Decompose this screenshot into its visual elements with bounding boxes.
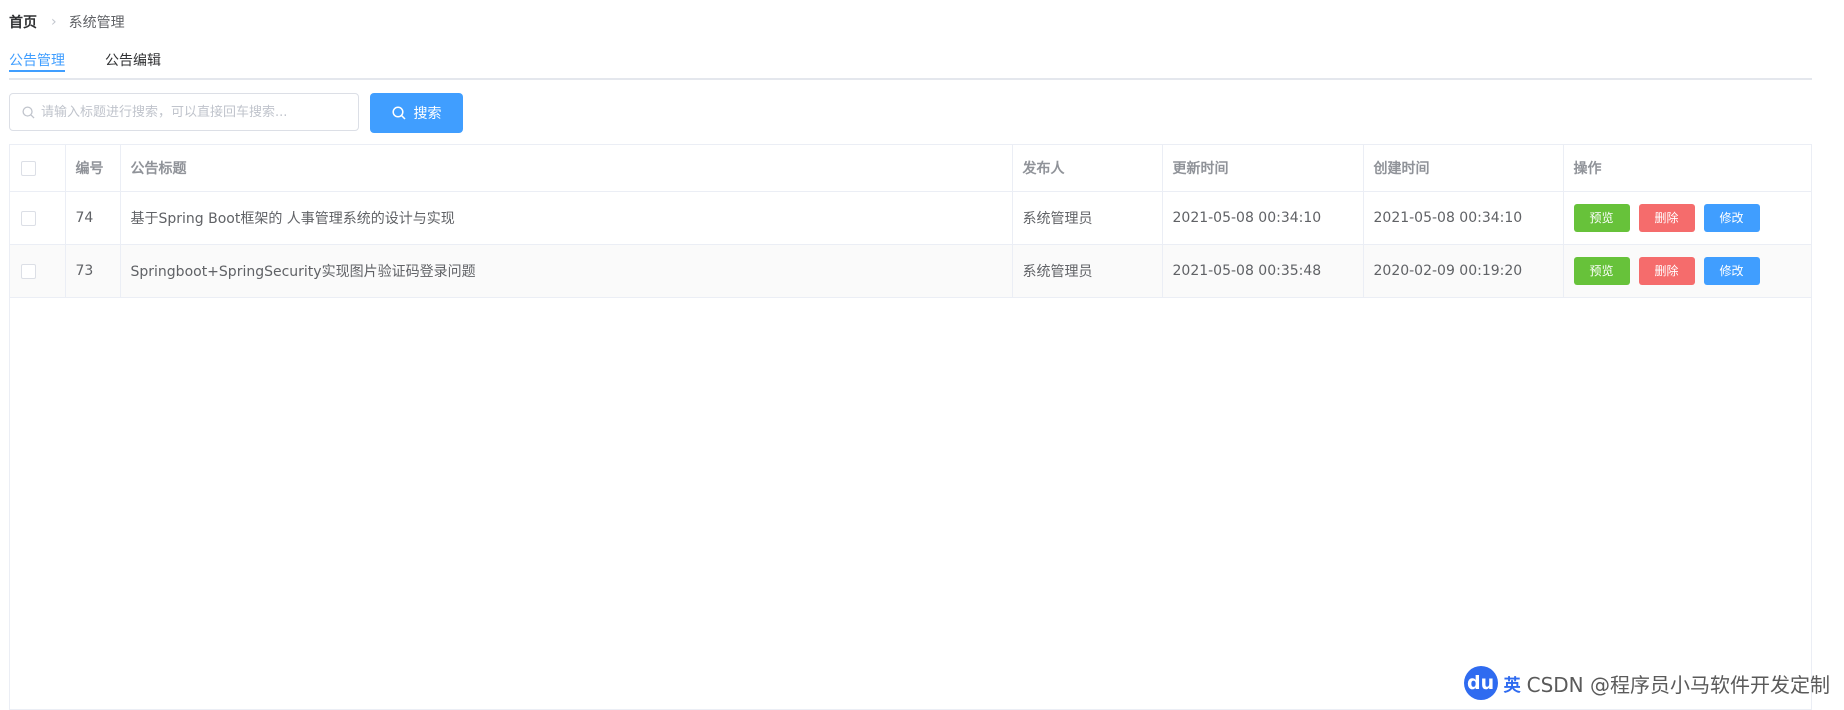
table-row: 74 基于Spring Boot框架的 人事管理系统的设计与实现 系统管理员 2… bbox=[10, 191, 1811, 245]
cell-title: 基于Spring Boot框架的 人事管理系统的设计与实现 bbox=[120, 191, 1013, 245]
delete-button[interactable]: 删除 bbox=[1638, 257, 1695, 285]
breadcrumb-current: 系统管理 bbox=[68, 15, 125, 31]
watermark-text: CSDN @程序员小马软件开发定制 bbox=[1526, 672, 1830, 697]
column-header-publisher: 发布人 bbox=[1012, 145, 1163, 192]
select-all-checkbox[interactable] bbox=[21, 160, 36, 176]
cell-created: 2020-02-09 00:19:20 bbox=[1363, 244, 1564, 298]
cell-publisher: 系统管理员 bbox=[1012, 244, 1163, 298]
ime-indicator: 英 bbox=[1503, 675, 1521, 696]
watermark: du 英 CSDN @程序员小马软件开发定制 bbox=[1463, 666, 1830, 700]
cell-id: 74 bbox=[65, 191, 121, 245]
search-icon bbox=[391, 106, 406, 120]
cell-actions: 预览 删除 修改 bbox=[1563, 244, 1811, 298]
edit-button[interactable]: 修改 bbox=[1703, 257, 1760, 285]
tab-notice-manage[interactable]: 公告管理 bbox=[9, 50, 65, 72]
row-select-cell bbox=[10, 244, 66, 298]
cell-updated: 2021-05-08 00:34:10 bbox=[1162, 191, 1364, 245]
search-box bbox=[9, 93, 359, 131]
table-row: 73 Springboot+SpringSecurity实现图片验证码登录问题 … bbox=[10, 244, 1811, 298]
du-logo-icon: du bbox=[1463, 666, 1498, 700]
column-header-created: 创建时间 bbox=[1363, 145, 1564, 192]
column-header-title: 公告标题 bbox=[120, 145, 1013, 192]
cell-title: Springboot+SpringSecurity实现图片验证码登录问题 bbox=[120, 244, 1013, 298]
preview-button[interactable]: 预览 bbox=[1573, 257, 1630, 285]
cell-updated: 2021-05-08 00:35:48 bbox=[1162, 244, 1364, 298]
row-select-cell bbox=[10, 191, 66, 245]
tab-bar: 公告管理 公告编辑 bbox=[9, 48, 1812, 80]
tab-label: 公告编辑 bbox=[105, 53, 161, 69]
column-header-id: 编号 bbox=[65, 145, 121, 192]
search-button-label: 搜索 bbox=[413, 106, 442, 122]
breadcrumb: 首页 › 系统管理 bbox=[9, 12, 125, 32]
cell-publisher: 系统管理员 bbox=[1012, 191, 1163, 245]
tab-notice-edit[interactable]: 公告编辑 bbox=[105, 50, 161, 70]
delete-button[interactable]: 删除 bbox=[1638, 204, 1695, 232]
preview-button[interactable]: 预览 bbox=[1573, 204, 1630, 232]
breadcrumb-home[interactable]: 首页 bbox=[9, 12, 37, 32]
cell-created: 2021-05-08 00:34:10 bbox=[1363, 191, 1564, 245]
tab-label: 公告管理 bbox=[9, 53, 65, 69]
chevron-right-icon: › bbox=[51, 14, 57, 30]
search-icon bbox=[22, 106, 35, 119]
search-button[interactable]: 搜索 bbox=[370, 93, 463, 133]
table-header-row: 编号 公告标题 发布人 更新时间 创建时间 操作 bbox=[10, 145, 1811, 192]
row-checkbox[interactable] bbox=[21, 263, 36, 279]
tab-active-indicator bbox=[9, 70, 65, 72]
column-header-updated: 更新时间 bbox=[1162, 145, 1364, 192]
select-all-cell bbox=[10, 145, 66, 192]
cell-id: 73 bbox=[65, 244, 121, 298]
cell-actions: 预览 删除 修改 bbox=[1563, 191, 1811, 245]
search-input[interactable] bbox=[41, 94, 351, 130]
column-header-actions: 操作 bbox=[1563, 145, 1811, 192]
edit-button[interactable]: 修改 bbox=[1703, 204, 1760, 232]
notice-table: 编号 公告标题 发布人 更新时间 创建时间 操作 74 基于Spring Boo… bbox=[9, 144, 1812, 710]
row-checkbox[interactable] bbox=[21, 210, 36, 226]
